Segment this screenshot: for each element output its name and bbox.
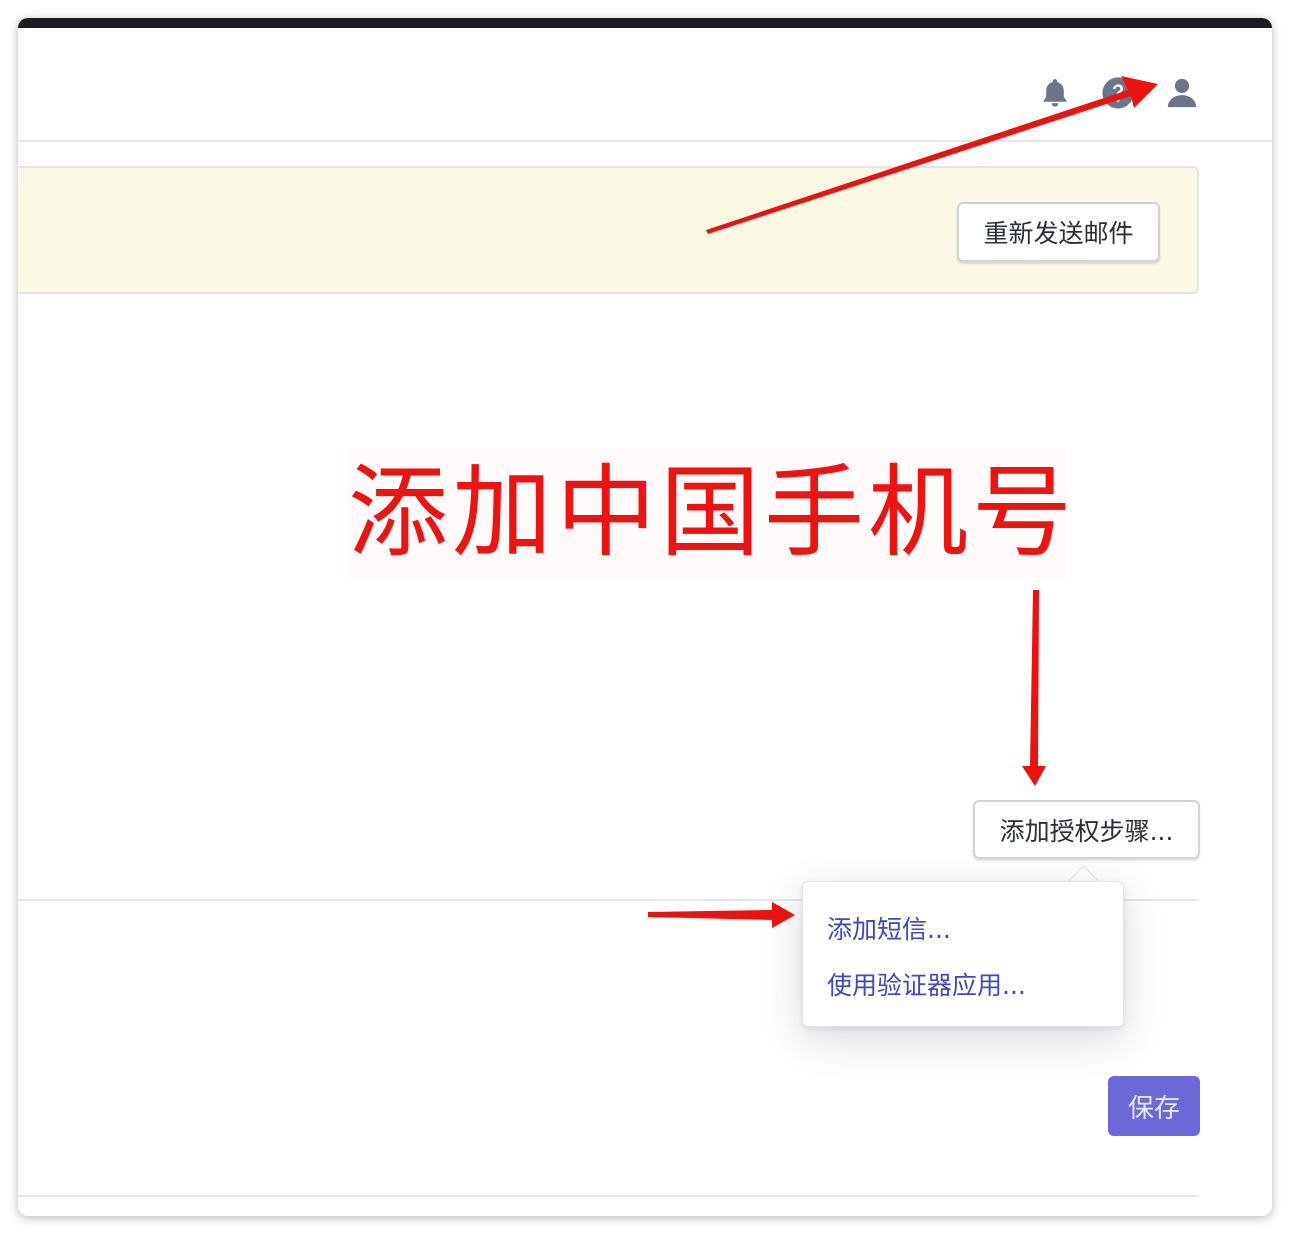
window-top-strip	[18, 18, 1272, 28]
user-icon[interactable]	[1165, 76, 1199, 110]
menu-item-add-sms[interactable]: 添加短信...	[827, 910, 951, 946]
menu-item-authenticator-app[interactable]: 使用验证器应用...	[827, 966, 1026, 1002]
auth-step-dropdown: 添加短信... 使用验证器应用...	[802, 881, 1124, 1027]
section-divider	[18, 1195, 1199, 1197]
app-window: 重新发送邮件 添加授权步骤... 添加短信... 使用验证器应用... 保存	[18, 18, 1272, 1216]
help-icon[interactable]	[1101, 76, 1135, 110]
top-header	[18, 28, 1272, 142]
bell-icon[interactable]	[1038, 76, 1072, 110]
annotation-label: 添加中国手机号	[348, 448, 1072, 578]
resend-email-button[interactable]: 重新发送邮件	[957, 202, 1160, 262]
add-auth-step-button[interactable]: 添加授权步骤...	[973, 800, 1200, 859]
save-button[interactable]: 保存	[1108, 1076, 1200, 1136]
